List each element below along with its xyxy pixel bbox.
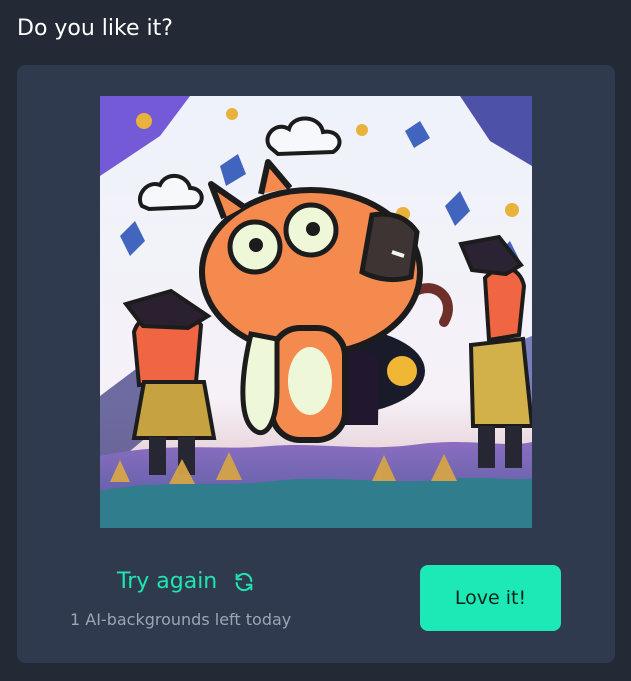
refresh-icon — [233, 571, 255, 593]
love-it-button[interactable]: Love it! — [420, 565, 561, 631]
generated-background-image — [100, 96, 532, 528]
try-again-button[interactable]: Try again — [117, 565, 255, 599]
page: Do you like it? Try again 1 AI-backgroun… — [0, 0, 631, 681]
preview-card: Try again 1 AI-backgrounds left today Lo… — [17, 65, 615, 663]
remaining-backgrounds-text: 1 AI-backgrounds left today — [70, 610, 292, 629]
page-title: Do you like it? — [17, 16, 173, 41]
try-again-label: Try again — [117, 569, 218, 594]
